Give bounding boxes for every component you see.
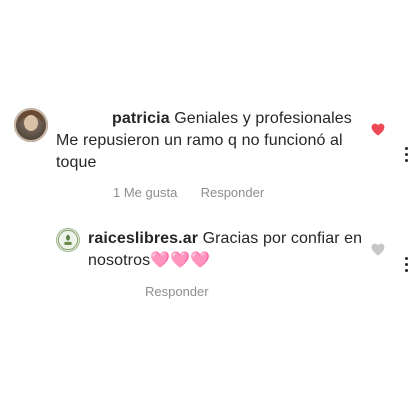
- reply-button[interactable]: Responder: [201, 185, 265, 200]
- likes-count-link[interactable]: 1 Me gusta: [113, 185, 177, 200]
- reply-username[interactable]: raiceslibres.ar: [88, 230, 198, 247]
- comment-username[interactable]: patricia: [112, 110, 170, 127]
- reply-button[interactable]: Responder: [145, 284, 209, 299]
- comments-thread: patricia Geniales y profesionales Me rep…: [0, 0, 420, 420]
- reply-actions: Responder: [145, 284, 209, 300]
- heart-outline-icon[interactable]: [371, 243, 385, 256]
- comment-body: patricia Geniales y profesionales Me rep…: [56, 108, 376, 174]
- more-vertical-icon[interactable]: [405, 257, 409, 273]
- comment-text-line2: Me repusieron un ramo q no funcionó al: [56, 132, 343, 149]
- reply-text-line2: nosotros🩷🩷🩷: [88, 252, 211, 269]
- reply-item: raiceslibres.ar Gracias por confiar en n…: [0, 210, 420, 320]
- comment-text-line3: toque: [56, 154, 97, 171]
- user-avatar[interactable]: [14, 108, 48, 142]
- comment-item: patricia Geniales y profesionales Me rep…: [0, 0, 420, 210]
- brand-logo-avatar[interactable]: [56, 228, 80, 252]
- reply-body: raiceslibres.ar Gracias por confiar en n…: [88, 228, 378, 272]
- reply-first-line: raiceslibres.ar Gracias por confiar en: [88, 228, 378, 250]
- reply-text-line1: Gracias por confiar en: [202, 230, 363, 247]
- comment-first-line: patricia Geniales y profesionales: [56, 108, 376, 130]
- more-vertical-icon[interactable]: [405, 147, 409, 163]
- heart-filled-icon[interactable]: [371, 123, 385, 136]
- comment-text-line1: Geniales y profesionales: [174, 110, 352, 127]
- comment-actions: 1 Me gusta Responder: [113, 185, 264, 201]
